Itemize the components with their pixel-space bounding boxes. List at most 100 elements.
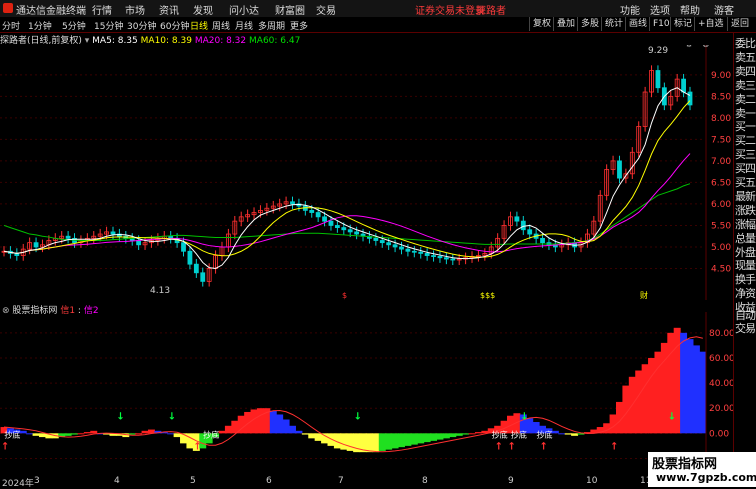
indicator-bar	[385, 433, 393, 450]
indicator-bar	[571, 433, 579, 436]
indicator-bar	[256, 408, 264, 434]
settings-icon[interactable]: ⚙	[685, 45, 693, 50]
indicator-bar	[321, 433, 329, 444]
event-mark[interactable]: $	[342, 291, 347, 300]
candle-body	[399, 246, 404, 250]
tab-1min[interactable]: 1分钟	[28, 19, 52, 32]
tab-60min[interactable]: 60分钟	[160, 19, 189, 32]
overlay-button[interactable]: 叠加	[553, 17, 578, 31]
bottom-signal-label: 抄底	[492, 429, 508, 439]
back-button[interactable]: 返回	[727, 17, 752, 31]
indicator-bar	[699, 351, 707, 434]
indicator-tick: 20.00	[709, 404, 733, 414]
menu-quotes[interactable]: 行情	[92, 2, 112, 17]
indicator-bar	[141, 430, 149, 434]
indicator-bar	[308, 433, 316, 439]
indicator-bar	[231, 420, 239, 434]
login-warning[interactable]: 证券交易未登录	[415, 2, 485, 17]
draw-button[interactable]: 画线	[625, 17, 650, 31]
candle-body	[341, 227, 347, 231]
indicator-bar	[340, 433, 348, 450]
tab-weekly[interactable]: 周线	[212, 19, 230, 32]
indicator-bar	[449, 433, 457, 438]
candle-body	[347, 229, 353, 233]
indicator-bar	[289, 425, 296, 434]
candle-body	[617, 160, 622, 179]
indicator-chart[interactable]: 80.0060.0040.0020.000.00-20.00 ↑↓↓↑↓↑↑↓↑…	[0, 312, 733, 475]
price-tick: 7.50	[711, 135, 731, 145]
candle-body	[520, 220, 526, 231]
indicator-bar	[455, 433, 463, 436]
menu-trade[interactable]: 交易	[316, 2, 336, 17]
date-label-9: 9	[508, 476, 514, 486]
menu-market[interactable]: 市场	[125, 2, 145, 17]
indicator-bar	[90, 430, 98, 434]
sidebar-item[interactable]: 交易	[735, 320, 756, 336]
indicator-bar	[692, 345, 700, 434]
tab-30min[interactable]: 30分钟	[127, 19, 156, 32]
app-title: 通达信金融终端	[16, 6, 86, 17]
tab-more[interactable]: 更多	[290, 19, 308, 32]
tab-5min[interactable]: 5分钟	[62, 19, 86, 32]
indicator-axis: 80.0060.0040.0020.000.00-20.00	[705, 312, 733, 475]
candle-body	[392, 244, 398, 248]
menu-ask[interactable]: 问小达	[229, 2, 259, 17]
bottom-signal-label: 抄底	[537, 429, 553, 439]
buy-arrow-icon: ↑	[507, 441, 515, 452]
indicator-bar	[551, 430, 559, 434]
add-watchlist-button[interactable]: +自选	[694, 17, 727, 31]
collapse-icon[interactable]: ⊗	[702, 45, 710, 50]
guest-user[interactable]: 游客	[714, 2, 734, 17]
finance-event-mark[interactable]: 财	[640, 290, 648, 300]
candle-body	[431, 255, 436, 257]
menu-wealth[interactable]: 财富圈	[275, 2, 305, 17]
tab-multi-period[interactable]: 多周期	[258, 19, 285, 32]
indicator-bar	[365, 433, 373, 453]
high-price-mark: 9.29	[648, 46, 668, 56]
indicator-bar	[218, 430, 226, 434]
mark-button[interactable]: 标记	[670, 17, 695, 31]
date-label-7: 7	[338, 476, 344, 486]
tab-monthly[interactable]: 月线	[235, 19, 253, 32]
date-label-year: 2024年	[2, 479, 34, 489]
date-label-3: 3	[34, 476, 40, 486]
buy-arrow-icon: ↑	[193, 441, 201, 452]
event-mark-2[interactable]: $$$	[480, 291, 495, 300]
kline-chart[interactable]: 9.00 8.50 8.00 7.50 7.00 6.50 6.00 5.50 5.00 4.50…	[0, 45, 733, 300]
tab-daily[interactable]: 日线	[190, 19, 208, 32]
menu-news[interactable]: 资讯	[159, 2, 179, 17]
sell-arrow-icon: ↓	[668, 411, 676, 422]
candle-body	[290, 201, 295, 205]
candle-body	[527, 229, 533, 235]
price-tick: 4.50	[711, 264, 731, 274]
candle-body	[450, 258, 456, 261]
watermark-url: www.7gpzb.com	[656, 471, 756, 484]
indicator-bar	[301, 433, 309, 435]
menu-function[interactable]: 功能	[620, 2, 640, 17]
candle-body	[193, 263, 199, 274]
candles	[1, 65, 693, 287]
buy-arrow-icon: ↑	[610, 441, 618, 452]
menu-help[interactable]: 帮助	[680, 2, 700, 17]
candle-body	[437, 256, 443, 259]
candle-body	[181, 242, 186, 252]
menu-discover[interactable]: 发现	[193, 2, 213, 17]
stats-button[interactable]: 统计	[601, 17, 626, 31]
candle-body	[540, 237, 545, 244]
price-axis: 9.00 8.50 8.00 7.50 7.00 6.50 6.00 5.50 5.00 4.50	[705, 45, 731, 300]
indicator-bar	[64, 433, 72, 436]
indicator-bar	[616, 401, 623, 434]
indicator-bar	[224, 425, 232, 434]
date-label-5: 5	[190, 476, 196, 486]
tab-intraday[interactable]: 分时	[2, 19, 20, 32]
menu-options[interactable]: 选项	[650, 2, 670, 17]
indicator-bar	[173, 433, 181, 438]
tab-15min[interactable]: 15分钟	[94, 19, 123, 32]
indicator-bar	[622, 385, 630, 434]
indicator-bar	[609, 414, 617, 434]
candle-body	[386, 242, 392, 246]
adjust-button[interactable]: 复权	[529, 17, 554, 31]
indicator-tick: 80.00	[709, 329, 733, 339]
multi-stock-button[interactable]: 多股	[577, 17, 602, 31]
bottom-signal-label: 抄底	[4, 429, 20, 439]
